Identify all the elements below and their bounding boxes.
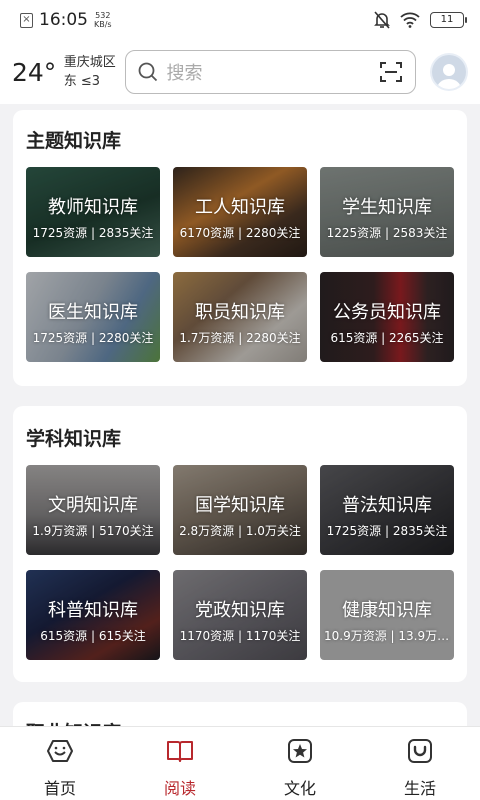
user-avatar[interactable]: [430, 53, 468, 91]
section-title: 主题知识库: [26, 130, 122, 152]
tile-meta: 1170资源 | 1170关注: [179, 629, 301, 643]
search-icon: [139, 62, 158, 82]
kb-tile-civilization[interactable]: 文明知识库 1.9万资源 | 5170关注: [26, 465, 160, 555]
tile-meta: 615资源 | 2265关注: [330, 331, 444, 345]
home-icon: [47, 740, 73, 762]
section-title: 学科知识库: [26, 428, 122, 450]
network-speed-unit: KB/s: [94, 20, 112, 29]
section-card-career: 职业知识库: [13, 702, 467, 726]
tile-meta: 1225资源 | 2583关注: [326, 226, 448, 240]
tile-meta: 1.9万资源 | 5170关注: [32, 524, 154, 538]
tile-meta: 6170资源 | 2280关注: [179, 226, 301, 240]
status-time: 16:05: [39, 10, 88, 30]
nav-life[interactable]: 生活: [360, 727, 480, 800]
content-scroll-area[interactable]: 主题知识库 教师知识库 1725资源 | 2835关注 工人知识库 6170资源…: [0, 104, 480, 726]
kb-tile-popular-science[interactable]: 科普知识库 615资源 | 615关注: [26, 570, 160, 660]
weather-wind: 东 ≤3: [63, 74, 101, 89]
tile-name: 国学知识库: [195, 495, 285, 516]
network-speed-value: 532: [95, 11, 111, 20]
nav-label: 生活: [403, 779, 436, 798]
scan-icon[interactable]: [379, 61, 403, 83]
tile-meta: 1725资源 | 2280关注: [32, 331, 154, 345]
kb-tile-teacher[interactable]: 教师知识库 1725资源 | 2835关注: [26, 167, 160, 257]
section-title: 职业知识库: [26, 718, 121, 726]
kb-tile-sinology[interactable]: 国学知识库 2.8万资源 | 1.0万关注: [173, 465, 307, 555]
tile-name: 党政知识库: [195, 600, 285, 621]
tile-name: 职员知识库: [195, 302, 285, 323]
star-badge-icon: [288, 739, 312, 763]
tile-name: 科普知识库: [48, 600, 138, 621]
network-speed: 532 KB/s: [94, 11, 112, 29]
status-bar: × 16:05 532 KB/s 11: [0, 0, 480, 40]
tile-meta: 10.9万资源 | 13.9万关注: [324, 629, 454, 643]
book-icon: [167, 741, 193, 762]
section-card-theme: 主题知识库 教师知识库 1725资源 | 2835关注 工人知识库 6170资源…: [13, 110, 467, 386]
tile-name: 医生知识库: [48, 302, 138, 323]
nav-culture[interactable]: 文化: [240, 727, 360, 800]
nav-label: 文化: [283, 779, 316, 798]
kb-tile-party-politics[interactable]: 党政知识库 1170资源 | 1170关注: [173, 570, 307, 660]
tile-name: 健康知识库: [342, 600, 432, 621]
tile-meta: 1.7万资源 | 2280关注: [179, 331, 301, 345]
tile-name: 工人知识库: [195, 197, 285, 218]
app-header: 24° 重庆城区 东 ≤3 搜索: [0, 40, 480, 104]
tile-name: 教师知识库: [48, 197, 138, 218]
battery-indicator: 11: [430, 12, 467, 28]
bag-icon: [408, 739, 432, 763]
kb-tile-law[interactable]: 普法知识库 1725资源 | 2835关注: [320, 465, 454, 555]
weather-info[interactable]: 重庆城区 东 ≤3: [64, 53, 122, 91]
mute-bell-icon: [374, 11, 390, 29]
tile-name: 学生知识库: [342, 197, 432, 218]
tile-meta: 615资源 | 615关注: [40, 629, 146, 643]
weather-temperature[interactable]: 24°: [12, 58, 62, 87]
tile-name: 公务员知识库: [333, 302, 441, 323]
section-card-subject: 学科知识库 文明知识库 1.9万资源 | 5170关注 国学知识库 2.8万资源…: [13, 406, 467, 682]
search-placeholder: 搜索: [166, 63, 203, 84]
tile-meta: 1725资源 | 2835关注: [32, 226, 154, 240]
kb-tile-doctor[interactable]: 医生知识库 1725资源 | 2280关注: [26, 272, 160, 362]
nav-read[interactable]: 阅读: [120, 727, 240, 800]
bottom-nav: 首页 阅读 文化 生活: [0, 726, 480, 800]
tile-meta: 2.8万资源 | 1.0万关注: [179, 524, 301, 538]
nav-label: 首页: [43, 779, 76, 798]
kb-tile-civil-servant[interactable]: 公务员知识库 615资源 | 2265关注: [320, 272, 454, 362]
kb-tile-worker[interactable]: 工人知识库 6170资源 | 2280关注: [173, 167, 307, 257]
nav-label: 阅读: [163, 779, 196, 798]
tile-name: 文明知识库: [48, 495, 138, 516]
nav-home[interactable]: 首页: [0, 727, 120, 800]
tile-meta: 1725资源 | 2835关注: [326, 524, 448, 538]
kb-tile-student[interactable]: 学生知识库 1225资源 | 2583关注: [320, 167, 454, 257]
kb-tile-staff[interactable]: 职员知识库 1.7万资源 | 2280关注: [173, 272, 307, 362]
tile-name: 普法知识库: [342, 495, 432, 516]
wifi-icon: [400, 12, 420, 28]
weather-location: 重庆城区: [63, 55, 116, 70]
notification-icon: ×: [20, 12, 33, 28]
search-bar[interactable]: 搜索: [125, 50, 417, 94]
kb-tile-health[interactable]: 健康知识库 10.9万资源 | 13.9万关注: [320, 570, 454, 660]
avatar-icon: [437, 64, 462, 89]
